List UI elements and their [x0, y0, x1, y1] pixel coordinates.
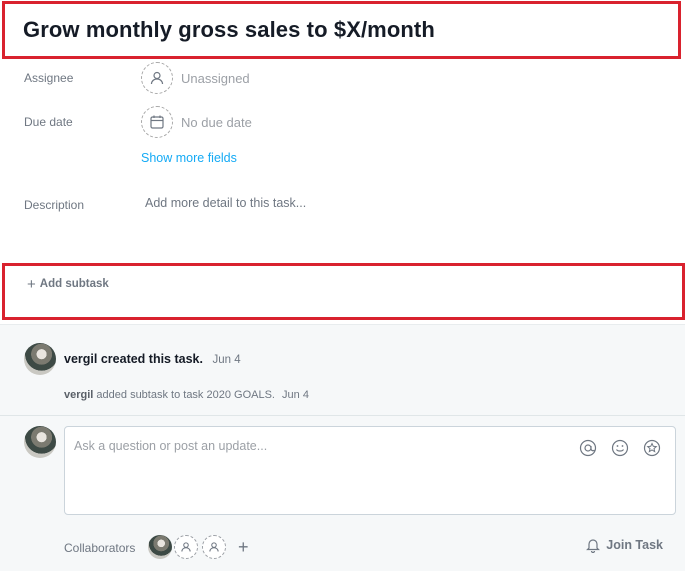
story-added-subtask: vergil added subtask to task 2020 GOALS.…	[64, 389, 309, 401]
bell-icon	[586, 539, 601, 553]
story-time[interactable]: Jun 4	[282, 389, 309, 401]
due-date-label: Due date	[24, 115, 73, 129]
assignee-row: Assignee Unassigned	[0, 56, 685, 100]
task-title-box[interactable]: Grow monthly gross sales to $X/month	[2, 1, 681, 59]
comment-placeholder[interactable]: Ask a question or post an update...	[74, 439, 267, 453]
add-subtask-label: Add subtask	[39, 278, 109, 290]
collaborator-avatar[interactable]	[148, 535, 172, 559]
assignee-value[interactable]: Unassigned	[181, 71, 250, 86]
activity-feed: vergil created this task. Jun 4 vergil a…	[0, 324, 685, 415]
comment-composer: Ask a question or post an update... Coll…	[0, 415, 685, 571]
show-more-fields-link[interactable]: Show more fields	[141, 151, 237, 165]
due-date-value[interactable]: No due date	[181, 115, 252, 130]
comment-toolbar	[577, 437, 663, 459]
assignee-label: Assignee	[24, 71, 74, 85]
plus-icon: +	[27, 276, 36, 293]
story-actor[interactable]: vergil	[64, 389, 93, 401]
emoji-icon[interactable]	[609, 437, 631, 459]
due-date-picker[interactable]: No due date	[141, 106, 252, 138]
join-task-button[interactable]: Join Task	[585, 537, 663, 553]
avatar[interactable]	[24, 343, 56, 375]
collaborators-list: +	[148, 535, 249, 559]
description-label: Description	[24, 198, 85, 212]
at-mention-icon[interactable]	[577, 437, 599, 459]
join-task-label: Join Task	[606, 538, 663, 552]
collaborator-placeholder-icon[interactable]	[174, 535, 198, 559]
task-title[interactable]: Grow monthly gross sales to $X/month	[23, 17, 435, 43]
add-subtask-button[interactable]: + Add subtask	[2, 263, 685, 320]
story-action: created this task.	[100, 352, 203, 366]
collaborator-placeholder-icon[interactable]	[202, 535, 226, 559]
star-icon[interactable]	[641, 437, 663, 459]
story-created: vergil created this task. Jun 4	[64, 352, 241, 366]
calendar-icon[interactable]	[141, 106, 173, 138]
story-actor[interactable]: vergil	[64, 352, 97, 366]
story-action: added subtask to task 2020 GOALS.	[96, 389, 275, 401]
person-icon[interactable]	[141, 62, 173, 94]
description-input[interactable]: Add more detail to this task...	[145, 196, 306, 210]
assignee-picker[interactable]: Unassigned	[141, 62, 250, 94]
current-user-avatar	[24, 426, 56, 458]
due-date-row: Due date No due date	[0, 100, 685, 144]
comment-input[interactable]: Ask a question or post an update...	[64, 426, 676, 515]
story-time[interactable]: Jun 4	[212, 354, 240, 366]
collaborators-label: Collaborators	[64, 541, 136, 555]
add-collaborator-icon[interactable]: +	[238, 538, 249, 556]
